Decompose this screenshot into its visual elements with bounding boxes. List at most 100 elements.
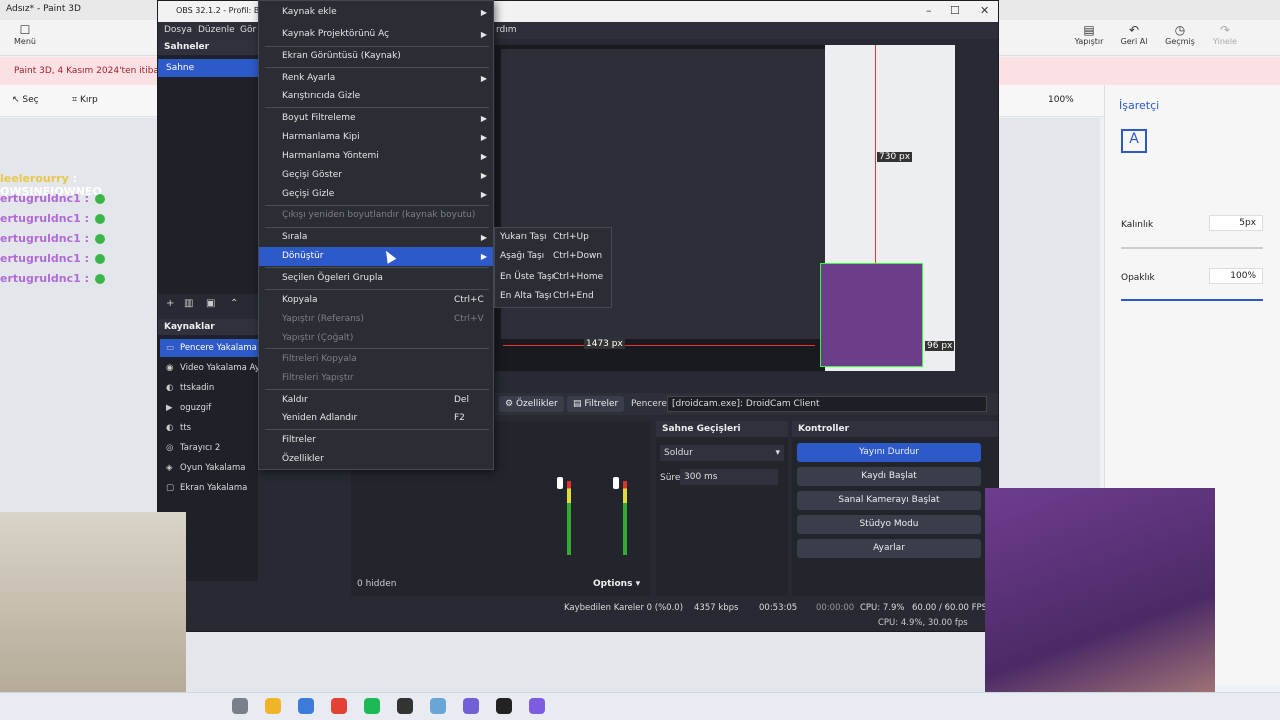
menu-item-filters[interactable]: Filtreler	[259, 431, 493, 450]
settings-icon[interactable]	[430, 698, 446, 714]
width-label: 1473 px	[584, 339, 625, 349]
undo-button[interactable]: ↶ Geri Al	[1109, 23, 1159, 46]
options-button[interactable]: Options ▾	[593, 579, 640, 589]
paste-button[interactable]: ▤ Yapıştır	[1064, 23, 1114, 46]
audio-icon: ◐	[166, 383, 174, 393]
menu-item-transform[interactable]: Dönüştür ▶	[259, 247, 493, 266]
volume-slider[interactable]	[557, 477, 563, 489]
chrome-icon[interactable]	[331, 698, 347, 714]
source-item[interactable]: ▶ oguzgif	[166, 399, 211, 417]
menu-item-copy-filters[interactable]: Filtreleri Kopyala	[259, 350, 493, 369]
menu-view[interactable]: Gör	[240, 25, 256, 35]
chevron-right-icon: ▶	[480, 8, 487, 17]
menu-item-resize-output[interactable]: Çıkışı yeniden boyutlandır (kaynak boyut…	[259, 206, 493, 225]
menu-item-paste-ref[interactable]: Yapıştır (Referans) Ctrl+V	[259, 310, 493, 329]
duration-input[interactable]: 300 ms	[680, 469, 778, 485]
webcam-right	[985, 488, 1215, 720]
menu-item-show-transition[interactable]: Geçişi Göster ▶	[259, 166, 493, 185]
app-icon[interactable]	[496, 698, 512, 714]
select-tool[interactable]: ↖ Seç	[12, 95, 39, 105]
studio-mode-button[interactable]: Stüdyo Modu	[797, 515, 981, 534]
globe-icon: ◎	[166, 443, 174, 453]
chat-row: ertugruldnc1 :	[0, 192, 160, 212]
transition-select[interactable]: Soldur ▾	[660, 445, 784, 461]
scene-item[interactable]: Sahne	[158, 59, 258, 77]
source-item[interactable]: ▭ Pencere Yakalama	[160, 339, 258, 357]
store-icon[interactable]	[298, 698, 314, 714]
submenu-move-up[interactable]: Yukarı Taşı Ctrl+Up	[495, 228, 611, 247]
menu-item-add-source[interactable]: Kaynak ekle ▶	[259, 3, 493, 22]
spotify-icon[interactable]	[364, 698, 380, 714]
source-item[interactable]: ◉ Video Yakalama Ayg	[166, 359, 265, 377]
opacity-slider[interactable]	[1121, 299, 1263, 301]
filters-button[interactable]: ▤ Filtreler	[567, 396, 625, 412]
source-item[interactable]: ◐ tts	[166, 419, 191, 437]
badge-icon	[94, 254, 105, 264]
maximize-icon[interactable]: ☐	[950, 4, 960, 17]
menu-button[interactable]: ☐ Menü	[0, 23, 50, 46]
volume-slider[interactable]	[613, 477, 619, 489]
scenes-panel: Sahneler Sahne	[158, 39, 258, 294]
source-item[interactable]: ◎ Tarayıcı 2	[166, 439, 220, 457]
crop-tool[interactable]: ⌗ Kırp	[72, 95, 98, 105]
submenu-move-top[interactable]: En Üste Taşı Ctrl+Home	[495, 268, 611, 287]
fps: 60.00 / 60.00 FPS	[912, 603, 988, 613]
chevron-up-icon[interactable]: ⌃	[230, 298, 238, 309]
opacity-input[interactable]: 100%	[1209, 268, 1263, 284]
minimize-icon[interactable]: –	[926, 4, 932, 17]
task-view-icon[interactable]	[232, 698, 248, 714]
add-icon[interactable]: +	[166, 298, 174, 309]
menu-item-properties[interactable]: Özellikler	[259, 450, 493, 469]
menu-item-hide-mixer[interactable]: Karıştırıcıda Gizle	[259, 87, 493, 106]
thickness-slider[interactable]	[1121, 247, 1263, 249]
stop-stream-button[interactable]: Yayını Durdur	[797, 443, 981, 462]
paint3d-icon[interactable]	[529, 698, 545, 714]
settings-button[interactable]: Ayarlar	[797, 539, 981, 558]
marker-icon[interactable]: A	[1121, 129, 1147, 153]
menu-item-scale-filter[interactable]: Boyut Filtreleme ▶	[259, 109, 493, 128]
submenu-move-bottom[interactable]: En Alta Taşı Ctrl+End	[495, 287, 611, 306]
menu-item-blend-method[interactable]: Harmanlama Yöntemi ▶	[259, 147, 493, 166]
undo-icon: ↶	[1128, 23, 1140, 37]
redo-button[interactable]: ↷ Yinele	[1200, 23, 1250, 46]
menu-item-blend-mode[interactable]: Harmanlama Kipi ▶	[259, 128, 493, 147]
thickness-input[interactable]: 5px	[1209, 215, 1263, 231]
source-item[interactable]: ◐ ttskadin	[166, 379, 214, 397]
menu-item-paste-filters[interactable]: Filtreleri Yapıştır	[259, 369, 493, 388]
menu-item-remove[interactable]: Kaldır Del	[259, 391, 493, 410]
menu-item-rename[interactable]: Yeniden Adlandır F2	[259, 409, 493, 428]
menu-item-open-projector[interactable]: Kaynak Projektörünü Aç ▶	[259, 25, 493, 44]
source-item[interactable]: ▢ Ekran Yakalama	[166, 479, 247, 497]
start-record-button[interactable]: Kaydı Başlat	[797, 467, 981, 486]
badge-icon	[94, 274, 105, 284]
trash-icon[interactable]: ▥	[184, 298, 193, 309]
status-bar: Kaybedilen Kareler 0 (%0.0) 4357 kbps 00…	[158, 599, 1000, 617]
virtual-camera-button[interactable]: Sanal Kamerayı Başlat	[797, 491, 981, 510]
preview-canvas[interactable]: 1473 px 730 px 96 px	[495, 45, 955, 371]
submenu-move-down[interactable]: Aşağı Taşı Ctrl+Down	[495, 247, 611, 266]
menu-item-group[interactable]: Seçilen Ögeleri Grupla	[259, 269, 493, 288]
obs-icon[interactable]	[397, 698, 413, 714]
menu-item-color[interactable]: Renk Ayarla ▶	[259, 69, 493, 88]
menu-item-screenshot[interactable]: Ekran Görüntüsü (Kaynak)	[259, 47, 493, 66]
properties-button[interactable]: ⚙ Özellikler	[499, 396, 564, 412]
paste-icon: ▤	[1083, 23, 1095, 37]
filter-icon[interactable]: ▣	[206, 298, 215, 309]
close-icon[interactable]: ✕	[980, 4, 989, 17]
menu-item-hide-transition[interactable]: Geçişi Gizle ▶	[259, 185, 493, 204]
menu-file[interactable]: Dosya	[164, 25, 192, 35]
explorer-icon[interactable]	[265, 698, 281, 714]
height-label: 730 px	[877, 152, 913, 162]
sources-header: Kaynaklar	[158, 319, 258, 335]
menu-item-order[interactable]: Sırala ▶	[259, 228, 493, 247]
discord-icon[interactable]	[463, 698, 479, 714]
chevron-right-icon: ▶	[480, 233, 487, 242]
volume-meter	[567, 481, 571, 555]
menu-edit[interactable]: Düzenle	[198, 25, 235, 35]
menu-item-copy[interactable]: Kopyala Ctrl+C	[259, 291, 493, 310]
menu-help[interactable]: rdım	[496, 25, 517, 35]
window-select[interactable]: [droidcam.exe]: DroidCam Client	[667, 396, 987, 412]
source-item[interactable]: ◈ Oyun Yakalama	[166, 459, 245, 477]
menu-item-paste-dup[interactable]: Yapıştır (Çoğalt)	[259, 329, 493, 348]
history-button[interactable]: ◷ Geçmiş	[1155, 23, 1205, 46]
